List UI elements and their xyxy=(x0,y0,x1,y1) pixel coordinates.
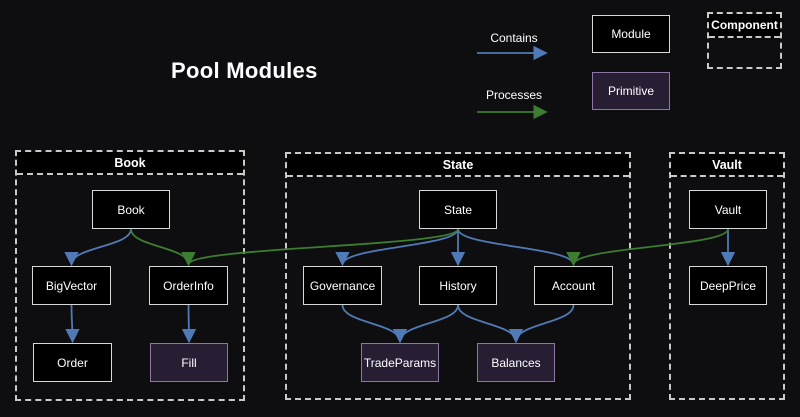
container-state-header: State xyxy=(287,154,629,177)
node-history: History xyxy=(419,266,497,305)
container-book-header: Book xyxy=(17,152,243,175)
node-account: Account xyxy=(534,266,613,305)
node-state-label: State xyxy=(444,203,472,217)
node-balances-label: Balances xyxy=(491,356,540,370)
node-order-label: Order xyxy=(57,356,88,370)
node-tradeparams-label: TradeParams xyxy=(364,356,436,370)
node-history-label: History xyxy=(439,279,476,293)
node-bigvector: BigVector xyxy=(32,266,111,305)
node-fill: Fill xyxy=(150,343,228,382)
node-orderinfo-label: OrderInfo xyxy=(163,279,214,293)
node-governance-label: Governance xyxy=(310,279,375,293)
node-vault-label: Vault xyxy=(715,203,741,217)
node-book: Book xyxy=(92,190,170,229)
legend-module-box: Module xyxy=(592,15,670,53)
legend-component-box: Component xyxy=(707,12,782,69)
legend-component-label: Component xyxy=(709,14,780,38)
container-vault-header: Vault xyxy=(671,154,783,177)
node-deepprice: DeepPrice xyxy=(689,266,767,305)
node-account-label: Account xyxy=(552,279,595,293)
node-balances: Balances xyxy=(477,343,555,382)
legend-contains-label: Contains xyxy=(476,31,552,45)
legend-primitive-box: Primitive xyxy=(592,72,670,110)
pool-modules-diagram: Pool Modules Contains Processes Module P… xyxy=(0,0,800,417)
legend-primitive-label: Primitive xyxy=(608,84,654,98)
node-vault: Vault xyxy=(689,190,767,229)
node-order: Order xyxy=(33,343,112,382)
node-book-label: Book xyxy=(117,203,144,217)
node-state: State xyxy=(419,190,497,229)
legend-processes-label: Processes xyxy=(476,88,552,102)
page-title: Pool Modules xyxy=(171,58,318,84)
node-governance: Governance xyxy=(303,266,382,305)
node-tradeparams: TradeParams xyxy=(361,343,439,382)
legend-module-label: Module xyxy=(611,27,650,41)
node-bigvector-label: BigVector xyxy=(46,279,97,293)
node-fill-label: Fill xyxy=(181,356,196,370)
node-orderinfo: OrderInfo xyxy=(149,266,228,305)
node-deepprice-label: DeepPrice xyxy=(700,279,756,293)
